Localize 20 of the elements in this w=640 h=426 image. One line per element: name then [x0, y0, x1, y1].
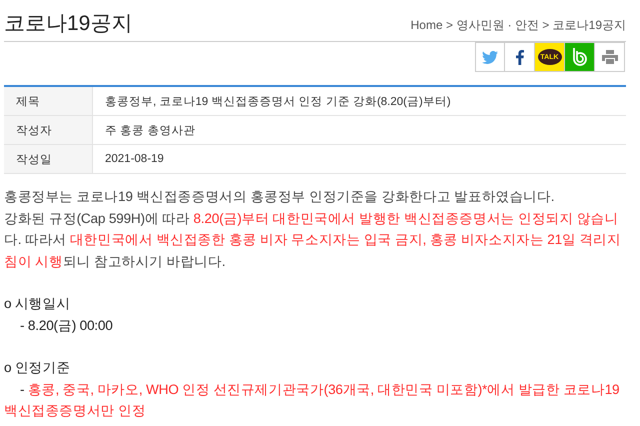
bird-icon [482, 50, 498, 64]
print-button[interactable] [595, 42, 625, 72]
section-heading: o 시행일시 [4, 295, 72, 313]
value-cell: 주 홍콩 총영사관 [92, 116, 626, 144]
detail-line: - 8.20(금) 00:00 [19, 316, 114, 335]
section-heading: o 인정기준 [4, 359, 72, 377]
value-cell: 2021-08-19 [92, 144, 626, 174]
band-icon [572, 47, 588, 67]
detail-line: - 홍콩, 중국, 마카오, WHO 인정 선진규제기관국가(36개국, 대한민국 미포함)*에서 발급한 코로나19 백신접종증명서만 인정 [4, 380, 620, 420]
label-cell: 작성일 [4, 144, 92, 174]
paragraph: 홍콩정부는 코로나19 백신접종증명서의 홍콩정부 인정기준을 강화한다고 발표하였습니다. [4, 188, 556, 206]
print-icon [602, 50, 618, 64]
paragraph: 강화된 규정(Cap 599H)에 따라 8.20(금)부터 대한민국에서 발행한 백신접종증명서는 인정되지 않습니 다. 따라서 대한민국에서 백신접종한 홍콩 비자 무소지자는 입국 금지, 홍콩 비자소지자는 21일 격리지침이 시행 되니 참고하시기 바랍니다. [4, 210, 622, 270]
facebook-icon [516, 50, 524, 64]
breadcrumb: Home > 영사민원 · 안전 > 코로나19공지 [410, 17, 626, 34]
value-cell: 홍콩정부, 코로나19 백신접종증명서 인정 기준 강화(8.20(금)부터) [92, 86, 626, 116]
page-title: 코로나19공지 [4, 11, 132, 37]
share-button[interactable] [505, 42, 535, 72]
label-cell: 제목 [4, 86, 92, 116]
label-cell: 작성자 [4, 116, 92, 144]
